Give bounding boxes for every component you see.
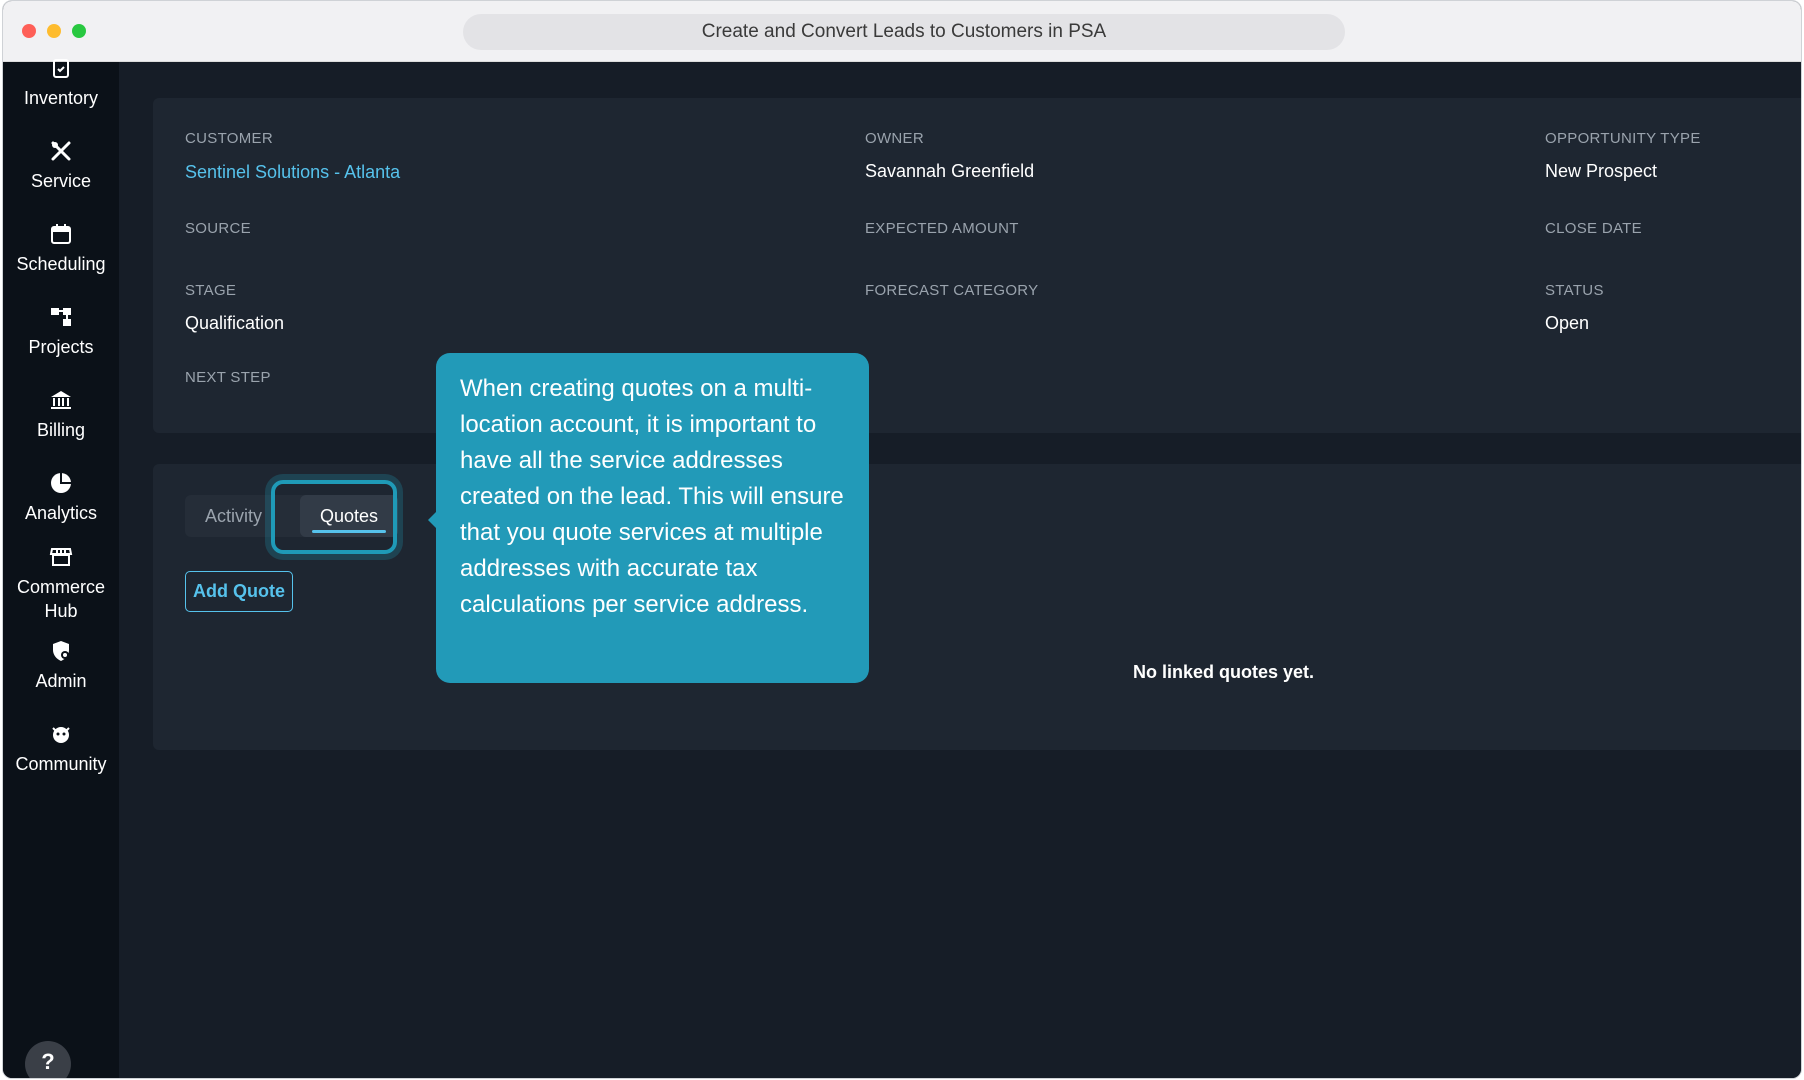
tab-highlight-ring [271, 480, 397, 554]
status-value: Open [1545, 313, 1590, 333]
sidebar-item-projects[interactable]: Projects [3, 305, 119, 359]
app-window: Create and Convert Leads to Customers in… [2, 0, 1802, 1079]
source-label: SOURCE [185, 220, 251, 237]
stage-value: Qualification [185, 313, 285, 333]
sidebar: Inventory Service Scheduling Projects Bi… [3, 59, 119, 1078]
window-title: Create and Convert Leads to Customers in… [463, 14, 1345, 50]
sidebar-item-label: Scheduling [16, 254, 106, 274]
shield-user-icon [53, 641, 69, 661]
tab-activity[interactable]: Activity [185, 495, 282, 537]
sidebar-item-label: Billing [36, 420, 86, 440]
sidebar-item-admin[interactable]: Admin [3, 639, 119, 693]
quotes-card: Activity Quotes Add Quote No linked quot… [153, 464, 1801, 750]
status-label: STATUS [1545, 282, 1604, 299]
maximize-window-button[interactable] [72, 24, 86, 38]
close-date-label: CLOSE DATE [1545, 220, 1642, 237]
community-icon [52, 727, 70, 743]
title-bar: Create and Convert Leads to Customers in… [3, 1, 1801, 62]
expected-amount-label: EXPECTED AMOUNT [865, 220, 1019, 237]
storefront-icon [49, 548, 73, 566]
wrench-screwdriver-icon [51, 141, 71, 161]
next-step-label: NEXT STEP [185, 369, 271, 386]
sidebar-item-label: Service [30, 171, 92, 191]
opportunity-details-card: CUSTOMER Sentinel Solutions - Atlanta OW… [153, 98, 1801, 433]
window-controls [22, 24, 86, 38]
sidebar-item-commerce-hub[interactable]: Commerce Hub [3, 545, 119, 623]
owner-value: Savannah Greenfield [865, 161, 1035, 181]
sidebar-item-analytics[interactable]: Analytics [3, 471, 119, 525]
hierarchy-icon [51, 308, 71, 326]
bank-icon [51, 391, 71, 409]
customer-link[interactable]: Sentinel Solutions - Atlanta [185, 162, 400, 183]
close-window-button[interactable] [22, 24, 36, 38]
calendar-icon [51, 224, 71, 244]
minimize-window-button[interactable] [47, 24, 61, 38]
guide-tooltip: When creating quotes on a multi-location… [436, 353, 869, 683]
pie-chart-icon [51, 473, 71, 493]
sidebar-item-scheduling[interactable]: Scheduling [3, 222, 119, 276]
customer-label: CUSTOMER [185, 130, 273, 147]
stage-label: STAGE [185, 282, 237, 299]
sidebar-item-label: Community [15, 754, 107, 774]
sidebar-item-community[interactable]: Community [3, 722, 119, 776]
sidebar-item-label: Analytics [24, 503, 98, 523]
help-button[interactable]: ? [25, 1041, 71, 1078]
opportunity-type-value: New Prospect [1545, 161, 1658, 181]
clipboard-check-icon [53, 59, 69, 78]
add-quote-button[interactable]: Add Quote [185, 571, 293, 612]
sidebar-item-label: Projects [28, 337, 94, 357]
sidebar-item-label: Commerce Hub [16, 577, 105, 621]
sidebar-item-inventory[interactable]: Inventory [3, 56, 119, 110]
main-content: CUSTOMER Sentinel Solutions - Atlanta OW… [119, 62, 1801, 1078]
sidebar-item-label: Inventory [23, 88, 99, 108]
forecast-category-label: FORECAST CATEGORY [865, 282, 1039, 299]
sidebar-item-billing[interactable]: Billing [3, 388, 119, 442]
opportunity-type-label: OPPORTUNITY TYPE [1545, 130, 1701, 147]
sidebar-item-service[interactable]: Service [3, 139, 119, 193]
sidebar-item-label: Admin [35, 671, 87, 691]
empty-quotes-message: No linked quotes yet. [1133, 662, 1315, 682]
owner-label: OWNER [865, 130, 924, 147]
